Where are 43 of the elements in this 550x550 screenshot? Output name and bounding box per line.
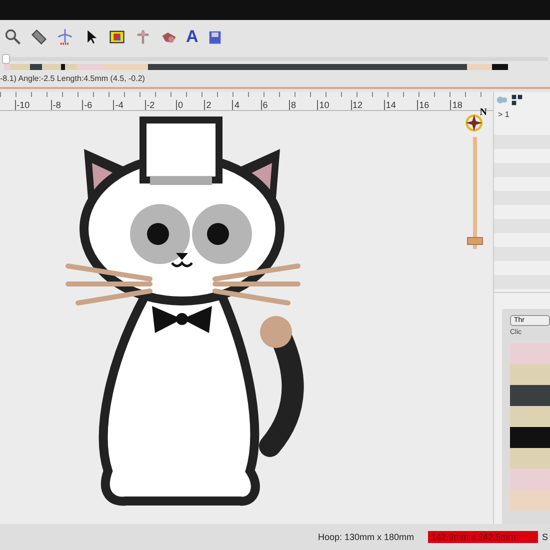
stitch-info: -8.1) Angle:-2.5 Length:4.5mm (4.5, -0.2) [0, 74, 145, 82]
thread-swatch[interactable] [510, 385, 550, 406]
search-icon[interactable] [4, 28, 22, 46]
design-size: 142.9mm x 242.5mm [428, 531, 538, 543]
ruler-label: -10 [14, 100, 30, 110]
thread-swatch[interactable] [510, 448, 550, 469]
ruler-icon[interactable] [30, 28, 48, 46]
grid-icon[interactable] [511, 94, 523, 106]
ruler-label: -6 [82, 100, 92, 110]
thread-swatch[interactable] [510, 427, 550, 448]
ruler-label: 10 [317, 100, 330, 110]
text-icon[interactable]: A [186, 28, 198, 46]
ruler-label: 4 [232, 100, 240, 110]
ruler-label: 12 [350, 100, 363, 110]
list-row[interactable] [494, 247, 550, 261]
ruler-label: 6 [260, 100, 268, 110]
ruler-label: -2 [144, 100, 155, 110]
list-row[interactable] [494, 191, 550, 205]
list-row[interactable] [494, 135, 550, 149]
thread-swatch[interactable] [510, 469, 550, 490]
ruler-label: -4 [113, 100, 124, 110]
ruler-label: 18 [450, 100, 462, 110]
ruler-label: 0 [176, 100, 183, 110]
thread-swatch[interactable] [510, 490, 550, 511]
ruler-label: 16 [417, 100, 430, 110]
stitch-slider[interactable] [2, 54, 548, 64]
list-row[interactable] [494, 275, 550, 289]
slider-thumb[interactable] [2, 54, 10, 64]
ruler-label: 2 [204, 100, 212, 110]
list-row[interactable] [494, 163, 550, 177]
ruler-label: -8 [50, 100, 61, 110]
ruler-label: 14 [384, 100, 396, 110]
status-text: S [542, 532, 548, 542]
zoom-thumb[interactable] [467, 236, 483, 245]
compass-label: N [480, 107, 487, 118]
list-row[interactable] [494, 219, 550, 233]
thread-swatch[interactable] [510, 343, 550, 364]
ruler-label: 8 [289, 100, 296, 110]
hoop-size: Hoop: 130mm x 180mm [318, 532, 414, 542]
frame-icon[interactable] [108, 28, 126, 46]
thread-swatch[interactable] [510, 364, 550, 385]
thread-swatch[interactable] [510, 406, 550, 427]
object-item[interactable]: > 1 [494, 108, 550, 121]
